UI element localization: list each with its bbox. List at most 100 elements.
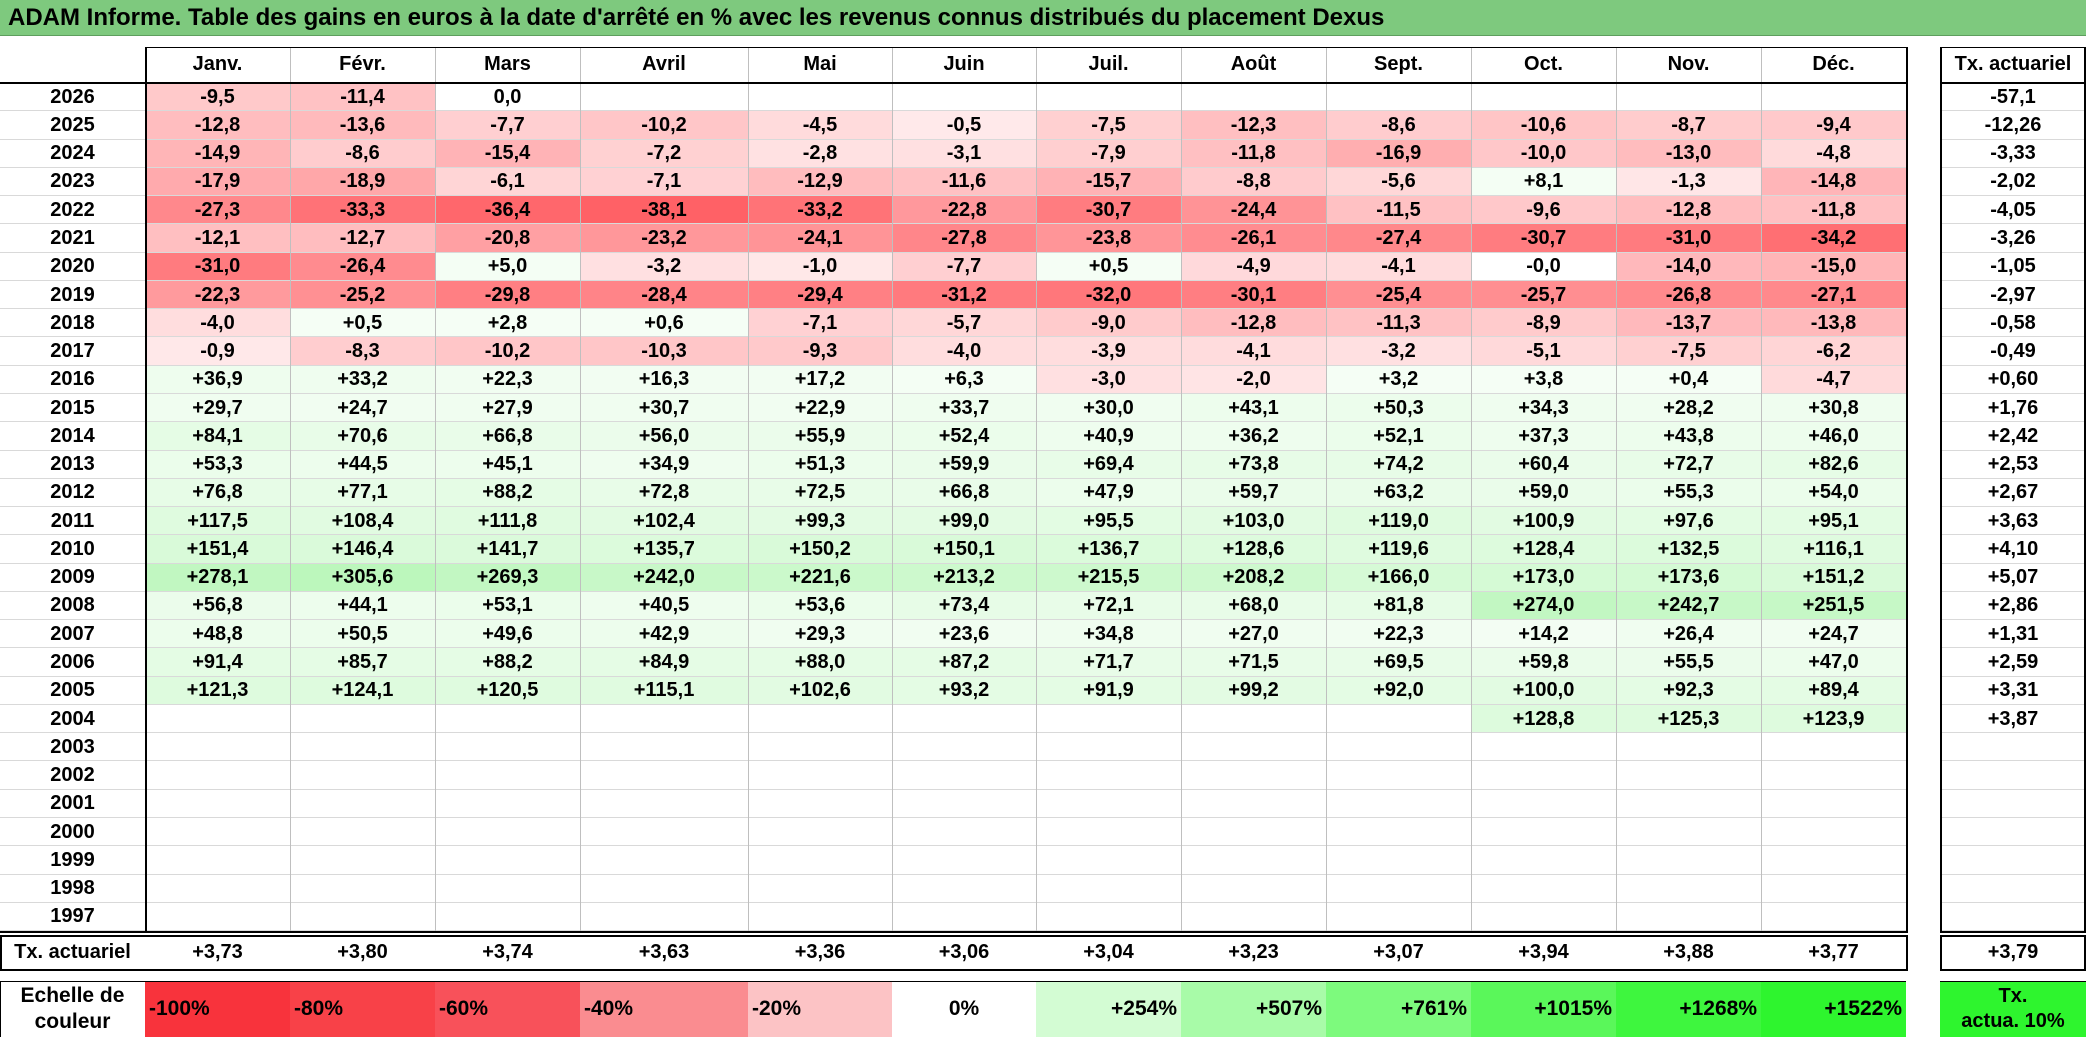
table-cell: +22,9 (748, 393, 892, 423)
table-cell: +173,6 (1616, 563, 1761, 592)
table-cell: +77,1 (290, 478, 435, 508)
table-cell: -14,8 (1761, 167, 1906, 197)
table-cell (580, 902, 748, 932)
table-border (0, 931, 1908, 934)
table-cell: +136,7 (1036, 535, 1181, 564)
year-label: 2015 (50, 396, 95, 419)
table-cell: +146,4 (290, 535, 435, 564)
table-cell: -29,4 (748, 280, 892, 310)
table-cell: +54,0 (1761, 478, 1906, 508)
table-cell: -26,1 (1181, 224, 1326, 253)
table-cell: +0,6 (580, 309, 748, 338)
table-cell: -27,1 (1761, 280, 1906, 310)
table-cell: -6,2 (1761, 337, 1906, 366)
table-cell: +128,6 (1181, 535, 1326, 564)
actuarial-value (1940, 761, 2086, 789)
table-cell: +72,1 (1036, 591, 1181, 621)
table-cell (1036, 846, 1181, 875)
table-cell: +115,1 (580, 676, 748, 705)
table-cell: -12,9 (748, 167, 892, 197)
scale-step: -80% (290, 981, 435, 1037)
month-header: Oct. (1524, 53, 1563, 75)
table-cell (892, 902, 1036, 932)
table-cell: -0,9 (145, 337, 290, 366)
table-cell: +26,4 (1616, 620, 1761, 649)
actuarial-value: -2,02 (1990, 170, 2036, 193)
table-cell: +47,0 (1761, 648, 1906, 677)
table-cell: +208,2 (1181, 563, 1326, 592)
table-cell: -31,0 (1616, 224, 1761, 253)
table-cell (145, 704, 290, 734)
table-cell: +68,0 (1181, 591, 1326, 621)
table-cell: +92,3 (1616, 676, 1761, 705)
table-cell: -27,3 (145, 196, 290, 225)
table-cell: +50,3 (1326, 393, 1471, 423)
table-cell: -12,7 (290, 224, 435, 253)
table-cell: -10,2 (435, 337, 580, 366)
table-cell (1036, 902, 1181, 932)
table-cell: -27,8 (892, 224, 1036, 253)
table-cell: +17,2 (748, 365, 892, 394)
table-cell: +33,7 (892, 393, 1036, 423)
table-cell: -7,5 (1616, 337, 1761, 366)
scale-label-line2: couleur (34, 1010, 111, 1033)
table-cell (748, 83, 892, 112)
table-cell (1471, 789, 1616, 819)
table-cell: +14,2 (1471, 620, 1616, 649)
table-cell (145, 846, 290, 875)
table-cell: +119,0 (1326, 507, 1471, 536)
year-label: 2007 (50, 622, 95, 645)
table-cell: -12,8 (1616, 196, 1761, 225)
table-cell: +44,1 (290, 591, 435, 621)
table-cell: +56,8 (145, 591, 290, 621)
table-cell: -30,1 (1181, 280, 1326, 310)
footer-value: +3,06 (938, 940, 990, 963)
actuarial-value: +3,31 (1987, 679, 2039, 702)
table-cell (290, 761, 435, 790)
table-cell (892, 818, 1036, 847)
actuarial-value: +2,53 (1987, 453, 2039, 476)
table-cell: -2,8 (748, 139, 892, 168)
table-cell: +59,9 (892, 450, 1036, 479)
table-cell: -3,0 (1036, 365, 1181, 394)
table-cell (1616, 789, 1761, 819)
table-cell (748, 818, 892, 847)
table-cell: -4,1 (1326, 252, 1471, 281)
table-cell: +82,6 (1761, 450, 1906, 479)
table-cell: +30,0 (1036, 393, 1181, 423)
table-cell: +88,0 (748, 648, 892, 677)
table-cell: -4,7 (1761, 365, 1906, 394)
table-cell: -8,9 (1471, 309, 1616, 338)
column-divider (1616, 47, 1617, 932)
table-cell: +50,5 (290, 620, 435, 649)
table-cell: +269,3 (435, 563, 580, 592)
table-cell: +66,8 (892, 478, 1036, 508)
table-cell: +242,7 (1616, 591, 1761, 621)
table-cell: -8,7 (1616, 111, 1761, 140)
year-label: 2021 (50, 226, 95, 249)
table-cell: +53,6 (748, 591, 892, 621)
scale-label: Echelle de couleur (0, 981, 145, 1037)
table-cell: +150,2 (748, 535, 892, 564)
table-cell: +84,9 (580, 648, 748, 677)
table-cell: +100,0 (1471, 676, 1616, 705)
table-cell: -10,0 (1471, 139, 1616, 168)
year-label: 2026 (50, 85, 95, 108)
actuarial-value: +1,76 (1987, 396, 2039, 419)
table-cell (1181, 733, 1326, 762)
table-cell: +27,9 (435, 393, 580, 423)
table-cell: +66,8 (435, 422, 580, 451)
scale-step: -60% (435, 981, 580, 1037)
table-cell: -25,4 (1326, 280, 1471, 310)
table-cell: +103,0 (1181, 507, 1326, 536)
actuarial-value: -0,58 (1990, 311, 2036, 334)
table-cell: -3,2 (580, 252, 748, 281)
footer-value: +3,36 (794, 940, 846, 963)
table-cell: +47,9 (1036, 478, 1181, 508)
actuarial-value: -12,26 (1984, 113, 2042, 136)
table-cell: +116,1 (1761, 535, 1906, 564)
actuarial-value: -4,05 (1990, 198, 2036, 221)
column-divider (892, 47, 893, 932)
table-cell: +93,2 (892, 676, 1036, 705)
table-cell (1036, 733, 1181, 762)
